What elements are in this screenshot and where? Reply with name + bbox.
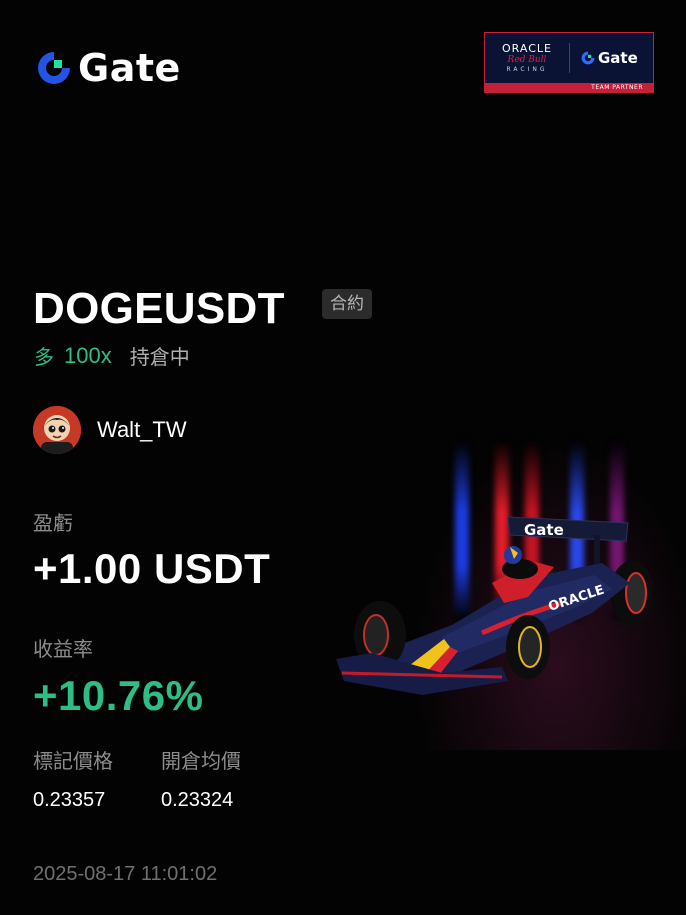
partner-divider	[569, 43, 570, 73]
gate-logo: Gate	[34, 46, 181, 90]
username: Walt_TW	[97, 417, 187, 442]
partner-gate-icon	[581, 51, 595, 65]
svg-text:Gate: Gate	[524, 521, 564, 539]
contract-type-badge: 合約	[322, 289, 372, 319]
gate-logo-icon	[38, 52, 70, 84]
entry-price-label: 開倉均價	[161, 749, 241, 773]
trading-pair: DOGEUSDT	[33, 284, 285, 333]
position-side: 多	[34, 345, 54, 369]
position-line: 多 100x 持倉中	[34, 341, 190, 370]
pnl-value: +1.00 USDT	[33, 545, 271, 592]
pnl-label: 盈虧	[33, 511, 73, 535]
leverage: 100x	[64, 342, 112, 368]
avatar	[33, 406, 81, 454]
roi-value: +10.76%	[33, 672, 204, 719]
redbull-text: Red Bull	[507, 55, 547, 65]
racing-text: RACING	[506, 66, 548, 73]
timestamp: 2025-08-17 11:01:02	[33, 863, 218, 885]
partner-gate-text: Gate	[598, 49, 638, 67]
f1-car-image: Gate ORACLE	[336, 516, 654, 695]
partner-badge: ORACLE Red Bull RACING Gate TEAM PARTNER	[484, 32, 654, 93]
entry-price-value: 0.23324	[161, 789, 234, 811]
mark-price-value: 0.23357	[33, 789, 106, 811]
team-partner-text: TEAM PARTNER	[591, 84, 643, 91]
oracle-text: ORACLE	[502, 42, 552, 55]
mark-price-label: 標記價格	[33, 749, 113, 773]
position-status: 持倉中	[129, 345, 190, 369]
gate-logo-text: Gate	[78, 46, 181, 90]
share-card: Gate ORACLE Red Bull RACING Gate TEAM PA…	[0, 0, 686, 915]
roi-label: 收益率	[33, 637, 93, 661]
